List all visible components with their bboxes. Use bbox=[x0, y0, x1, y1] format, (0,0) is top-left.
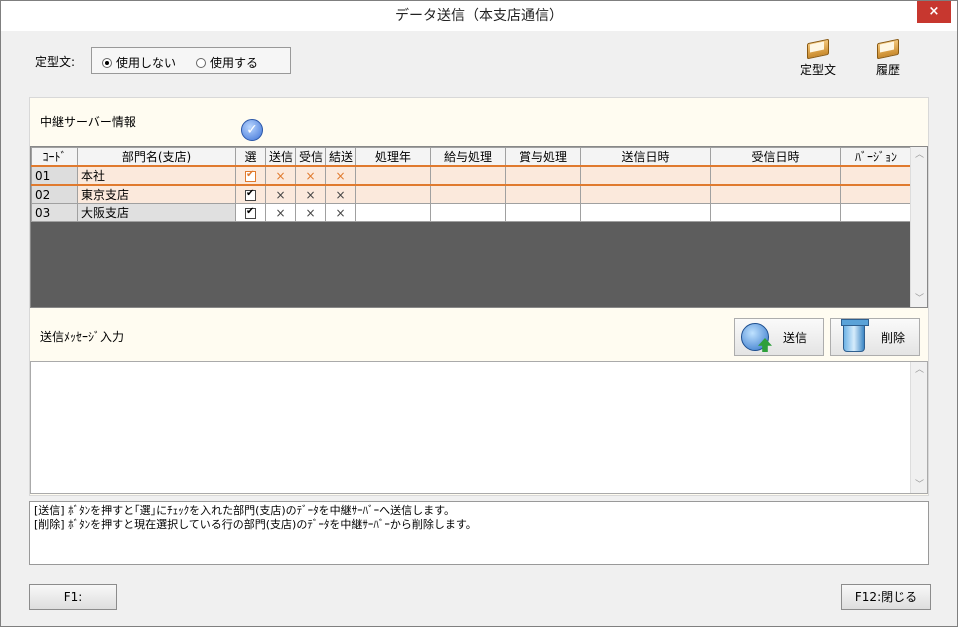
teikei-radio-group: 使用しない 使用する bbox=[91, 47, 291, 74]
row-bonus bbox=[505, 203, 581, 222]
recv-status: × bbox=[305, 168, 316, 183]
close-button[interactable]: × bbox=[917, 1, 951, 23]
table-row[interactable]: 03 大阪支店 × × × bbox=[31, 203, 912, 222]
col-recv-at[interactable]: 受信日時 bbox=[710, 147, 841, 167]
row-code: 01 bbox=[31, 165, 78, 186]
select-checkbox[interactable] bbox=[245, 206, 256, 219]
main-window: データ送信（本支店通信） × 定型文: 使用しない 使用する 定型文 履歴 中継… bbox=[0, 0, 958, 627]
table-row[interactable]: 02 東京支店 × × × bbox=[31, 184, 912, 204]
template-button[interactable]: 定型文 bbox=[788, 39, 848, 85]
col-year[interactable]: 処理年 bbox=[355, 147, 431, 167]
book-icon bbox=[807, 39, 829, 57]
row-salary bbox=[430, 184, 506, 204]
row-sent-at bbox=[580, 184, 711, 204]
history-button-label: 履歴 bbox=[875, 63, 900, 77]
col-result[interactable]: 結送 bbox=[325, 147, 356, 167]
relay-title: 中継サーバー情報 bbox=[40, 115, 136, 129]
col-recv[interactable]: 受信 bbox=[295, 147, 326, 167]
scroll-up-icon[interactable]: ︿ bbox=[911, 362, 928, 378]
radio-dot-icon bbox=[196, 57, 206, 68]
radio-dot-icon bbox=[102, 57, 112, 68]
row-code: 03 bbox=[31, 203, 78, 222]
window-title: データ送信（本支店通信） bbox=[395, 8, 563, 24]
table-row[interactable]: 01 本社 × × × bbox=[31, 165, 912, 186]
message-title: 送信ﾒｯｾｰｼﾞ入力 bbox=[40, 330, 125, 344]
send-status: × bbox=[275, 205, 286, 220]
scroll-up-icon[interactable]: ︿ bbox=[911, 147, 928, 163]
row-recv-at bbox=[710, 184, 841, 204]
recv-status: × bbox=[305, 187, 316, 202]
row-select-cell[interactable] bbox=[235, 165, 266, 186]
row-version bbox=[840, 203, 912, 222]
row-sent-at bbox=[580, 165, 711, 186]
template-button-label: 定型文 bbox=[799, 63, 836, 77]
title-bar: データ送信（本支店通信） × bbox=[1, 1, 957, 31]
info-line: [削除] ﾎﾞﾀﾝを押すと現在選択している行の部門(支店)のﾃﾞｰﾀを中継ｻｰﾊ… bbox=[34, 518, 477, 531]
col-dept[interactable]: 部門名(支店) bbox=[77, 147, 236, 167]
row-year bbox=[355, 184, 431, 204]
row-dept-name: 東京支店 bbox=[77, 184, 236, 204]
grid-scrollbar[interactable]: ︿ ﹀ bbox=[910, 147, 927, 307]
row-code: 02 bbox=[31, 184, 78, 204]
radio-use-label: 使用する bbox=[210, 56, 259, 70]
info-box: [送信] ﾎﾞﾀﾝを押すと｢選｣にﾁｪｯｸを入れた部門(支店)のﾃﾞｰﾀを中継ｻ… bbox=[29, 501, 929, 565]
teikei-label: 定型文: bbox=[35, 55, 76, 69]
col-version[interactable]: ﾊﾞｰｼﾞｮﾝ bbox=[840, 147, 912, 167]
result-status: × bbox=[335, 187, 346, 202]
row-dept-name: 本社 bbox=[77, 165, 236, 186]
delete-button-label: 削除 bbox=[881, 330, 906, 345]
radio-not-use[interactable]: 使用しない bbox=[102, 54, 176, 71]
delete-button[interactable]: 削除 bbox=[830, 318, 920, 356]
relay-panel: 中継サーバー情報 ✓ ｺｰﾄﾞ 部門名(支店) 選 送信 受信 結送 処理年 給… bbox=[29, 97, 929, 496]
row-select-cell[interactable] bbox=[235, 203, 266, 222]
row-bonus bbox=[505, 184, 581, 204]
f1-button[interactable]: F1: bbox=[29, 584, 117, 610]
relay-grid: ｺｰﾄﾞ 部門名(支店) 選 送信 受信 結送 処理年 給与処理 賞与処理 送信… bbox=[30, 146, 928, 308]
row-recv-at bbox=[710, 203, 841, 222]
send-button-label: 送信 bbox=[783, 330, 808, 345]
message-scrollbar[interactable]: ︿ ﹀ bbox=[910, 362, 927, 493]
row-year bbox=[355, 203, 431, 222]
recv-status: × bbox=[305, 205, 316, 220]
col-bonus[interactable]: 賞与処理 bbox=[505, 147, 581, 167]
col-sent-at[interactable]: 送信日時 bbox=[580, 147, 711, 167]
row-select-cell[interactable] bbox=[235, 184, 266, 204]
col-code[interactable]: ｺｰﾄﾞ bbox=[31, 147, 78, 167]
row-bonus bbox=[505, 165, 581, 186]
col-salary[interactable]: 給与処理 bbox=[430, 147, 506, 167]
check-all-icon[interactable]: ✓ bbox=[241, 119, 263, 141]
send-button[interactable]: 送信 bbox=[734, 318, 824, 356]
send-status: × bbox=[275, 187, 286, 202]
row-year bbox=[355, 165, 431, 186]
select-checkbox[interactable] bbox=[245, 169, 256, 182]
row-dept-name: 大阪支店 bbox=[77, 203, 236, 222]
f12-close-button[interactable]: F12:閉じる bbox=[841, 584, 931, 610]
radio-use[interactable]: 使用する bbox=[196, 54, 258, 71]
row-sent-at bbox=[580, 203, 711, 222]
book-icon bbox=[877, 39, 899, 57]
table-header-row: ｺｰﾄﾞ 部門名(支店) 選 送信 受信 結送 処理年 給与処理 賞与処理 送信… bbox=[31, 147, 912, 167]
row-salary bbox=[430, 203, 506, 222]
result-status: × bbox=[335, 168, 346, 183]
col-send[interactable]: 送信 bbox=[265, 147, 296, 167]
result-status: × bbox=[335, 205, 346, 220]
message-input[interactable]: ︿ ﹀ bbox=[30, 361, 928, 494]
trash-icon bbox=[841, 319, 869, 352]
row-version bbox=[840, 184, 912, 204]
scroll-down-icon[interactable]: ﹀ bbox=[911, 291, 928, 307]
row-salary bbox=[430, 165, 506, 186]
col-select[interactable]: 選 bbox=[235, 147, 266, 167]
history-button[interactable]: 履歴 bbox=[858, 39, 918, 85]
globe-upload-icon bbox=[741, 323, 769, 351]
select-checkbox[interactable] bbox=[245, 188, 256, 201]
info-line: [送信] ﾎﾞﾀﾝを押すと｢選｣にﾁｪｯｸを入れた部門(支店)のﾃﾞｰﾀを中継ｻ… bbox=[34, 504, 456, 517]
row-version bbox=[840, 165, 912, 186]
relay-table: ｺｰﾄﾞ 部門名(支店) 選 送信 受信 結送 処理年 給与処理 賞与処理 送信… bbox=[31, 147, 912, 222]
radio-not-use-label: 使用しない bbox=[116, 56, 177, 70]
scroll-down-icon[interactable]: ﹀ bbox=[911, 477, 928, 493]
send-status: × bbox=[275, 168, 286, 183]
row-recv-at bbox=[710, 165, 841, 186]
